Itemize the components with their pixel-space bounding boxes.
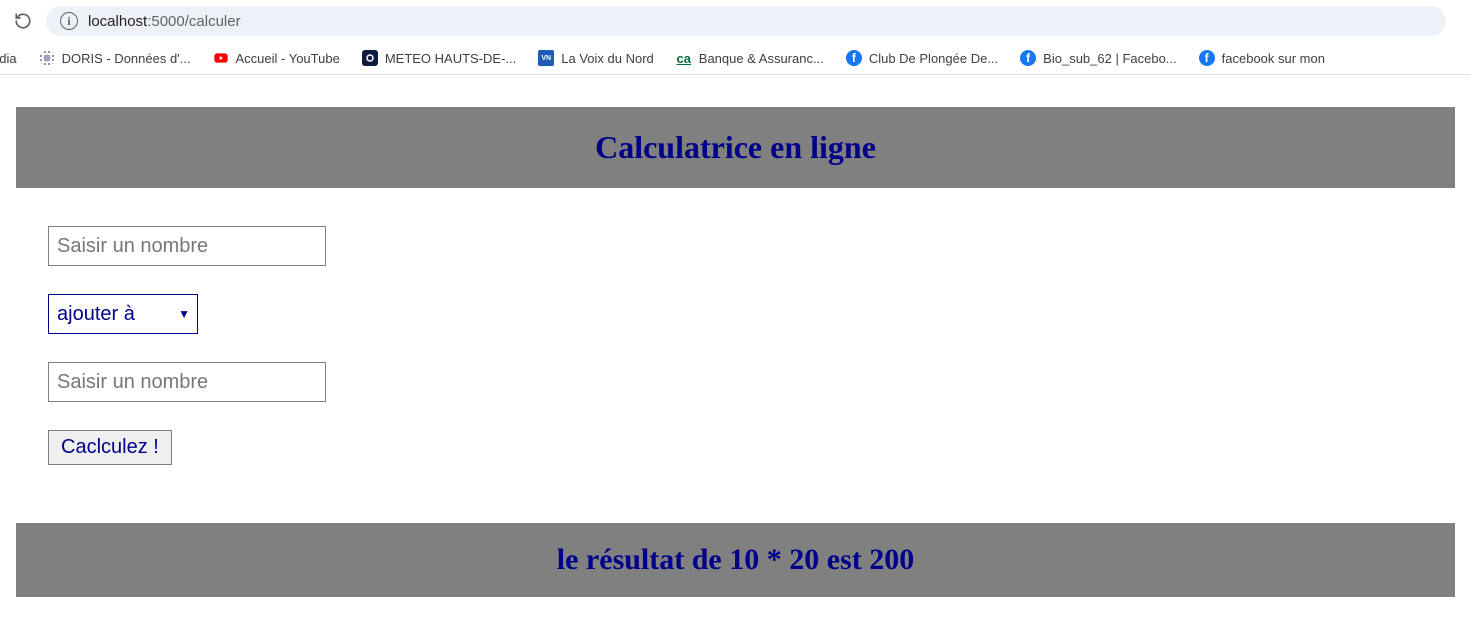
bookmark-youtube[interactable]: Accueil - YouTube [213, 50, 340, 66]
globe-icon [39, 50, 55, 66]
bookmark-voixdunord[interactable]: VN La Voix du Nord [538, 50, 654, 66]
result-bar: le résultat de 10 * 20 est 200 [16, 523, 1455, 597]
reload-icon [14, 12, 32, 30]
page-content: Calculatrice en ligne ajouter à ▼ Caclcu… [0, 107, 1471, 597]
bookmark-label: Bio_sub_62 | Facebo... [1043, 51, 1176, 66]
credit-agricole-icon: ca [676, 50, 692, 66]
bookmark-label: facebook sur mon [1222, 51, 1325, 66]
facebook-icon: f [1020, 50, 1036, 66]
result-text: le résultat de 10 * 20 est 200 [16, 543, 1455, 577]
calculator-form: ajouter à ▼ Caclculez ! [0, 188, 1471, 503]
bookmark-biosub[interactable]: f Bio_sub_62 | Facebo... [1020, 50, 1176, 66]
page-title: Calculatrice en ligne [16, 129, 1455, 166]
bookmark-club-plongee[interactable]: f Club De Plongée De... [846, 50, 998, 66]
site-info-icon[interactable]: i [60, 12, 78, 30]
url-path: :5000/calculer [147, 13, 240, 30]
bookmark-label: Club De Plongée De... [869, 51, 998, 66]
facebook-icon: f [1199, 50, 1215, 66]
bookmark-label: Banque & Assuranc... [699, 51, 824, 66]
address-bar[interactable]: i localhost:5000/calculer [46, 6, 1446, 36]
number-input-2[interactable] [48, 362, 326, 402]
calculate-button[interactable]: Caclculez ! [48, 430, 172, 465]
url-host: localhost [88, 13, 147, 30]
meteo-icon [362, 50, 378, 66]
operator-select[interactable]: ajouter à [48, 294, 198, 334]
browser-toolbar: i localhost:5000/calculer [0, 0, 1471, 42]
bookmark-banque[interactable]: ca Banque & Assuranc... [676, 50, 824, 66]
bookmark-doris[interactable]: DORIS - Données d'... [39, 50, 191, 66]
bookmarks-bar: édia DORIS - Données d'... Accueil - You… [0, 42, 1471, 75]
facebook-icon: f [846, 50, 862, 66]
title-bar: Calculatrice en ligne [16, 107, 1455, 188]
bookmark-label: Accueil - YouTube [236, 51, 340, 66]
bookmark-label: La Voix du Nord [561, 51, 654, 66]
bookmark-meteo[interactable]: METEO HAUTS-DE-... [362, 50, 516, 66]
bookmark-label: édia [0, 51, 17, 66]
url-text: localhost:5000/calculer [88, 13, 241, 30]
youtube-icon [213, 50, 229, 66]
bookmark-facebook[interactable]: f facebook sur mon [1199, 50, 1325, 66]
bookmark-label: DORIS - Données d'... [62, 51, 191, 66]
number-input-1[interactable] [48, 226, 326, 266]
voixdunord-icon: VN [538, 50, 554, 66]
bookmark-edia[interactable]: édia [0, 51, 17, 66]
bookmark-label: METEO HAUTS-DE-... [385, 51, 516, 66]
reload-button[interactable] [12, 10, 34, 32]
